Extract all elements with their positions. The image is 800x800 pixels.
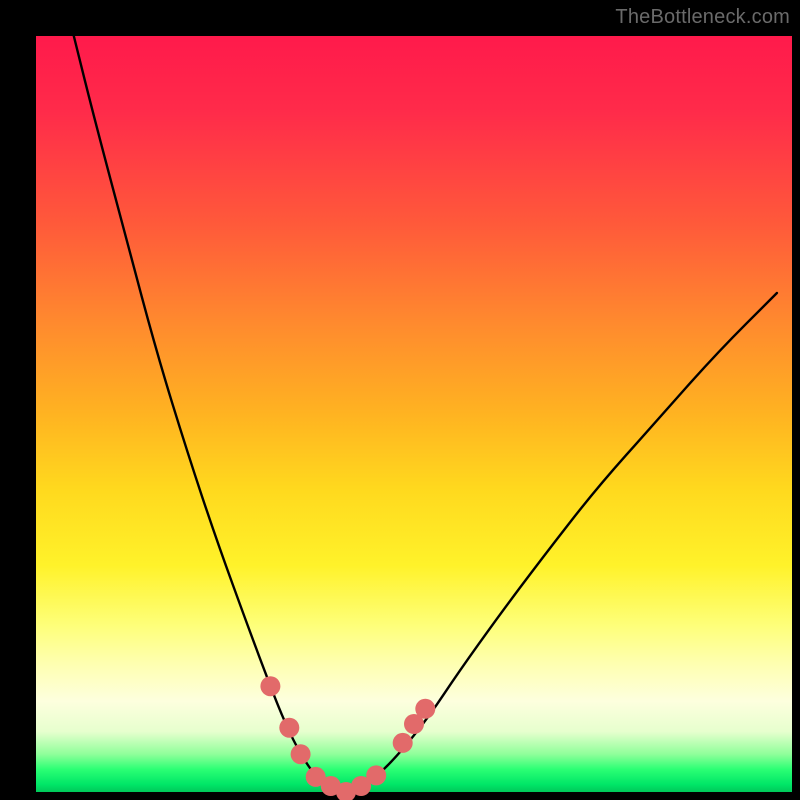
highlight-dots-group: [260, 676, 435, 800]
plot-area: [36, 36, 792, 792]
highlight-dot: [393, 733, 413, 753]
highlight-dot: [415, 699, 435, 719]
curve-svg: [36, 36, 792, 792]
chart-frame: TheBottleneck.com: [0, 0, 800, 800]
bottleneck-curve-line: [74, 36, 777, 791]
highlight-dot: [366, 765, 386, 785]
highlight-dot: [291, 744, 311, 764]
highlight-dot: [279, 718, 299, 738]
watermark-text: TheBottleneck.com: [615, 6, 790, 29]
highlight-dot: [260, 676, 280, 696]
